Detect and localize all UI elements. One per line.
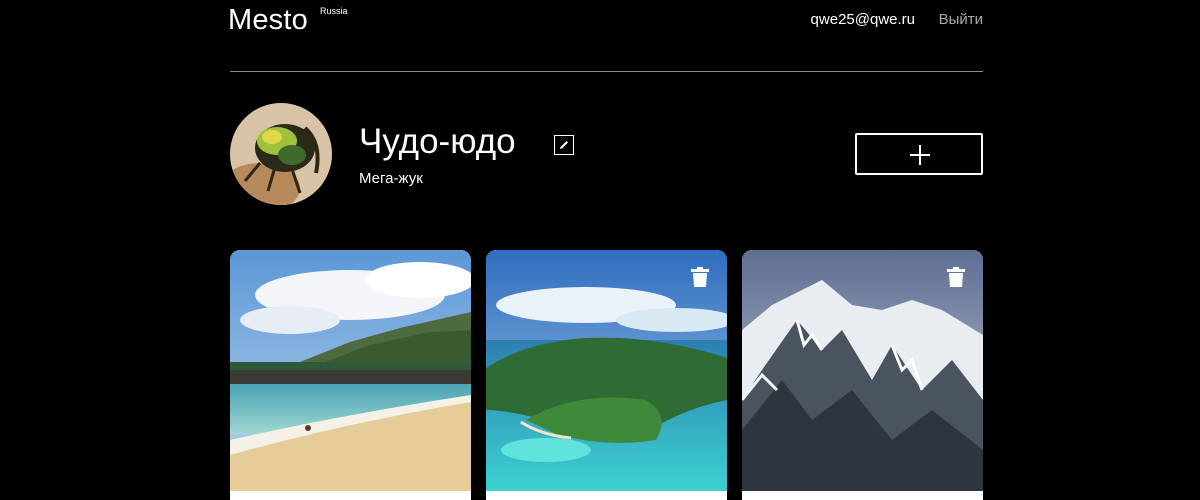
edit-profile-button[interactable] [554,135,574,155]
header: Mesto Russia qwe25@qwe.ru Выйти [228,0,983,72]
pencil-icon [560,141,568,149]
plus-icon [910,145,930,165]
trash-icon [947,267,965,287]
card [486,250,727,500]
add-card-button[interactable] [855,133,983,175]
page-container: Mesto Russia qwe25@qwe.ru Выйти Чудо-юдо… [228,0,983,500]
profile-about: Мега-жук [359,170,423,187]
logo[interactable]: Mesto [228,4,308,37]
avatar[interactable] [230,103,332,205]
delete-card-button[interactable] [435,267,453,287]
avatar-image [230,103,332,205]
profile-name: Чудо-юдо [359,122,516,161]
trash-icon [435,267,453,287]
card [742,250,983,500]
delete-card-button[interactable] [947,267,965,287]
page: Mesto Russia qwe25@qwe.ru Выйти Чудо-юдо… [0,0,1200,500]
trash-icon [691,267,709,287]
logout-link[interactable]: Выйти [939,11,983,28]
logo-region-label: Russia [320,6,348,16]
card [230,250,471,500]
delete-card-button[interactable] [691,267,709,287]
user-email: qwe25@qwe.ru [810,11,915,28]
